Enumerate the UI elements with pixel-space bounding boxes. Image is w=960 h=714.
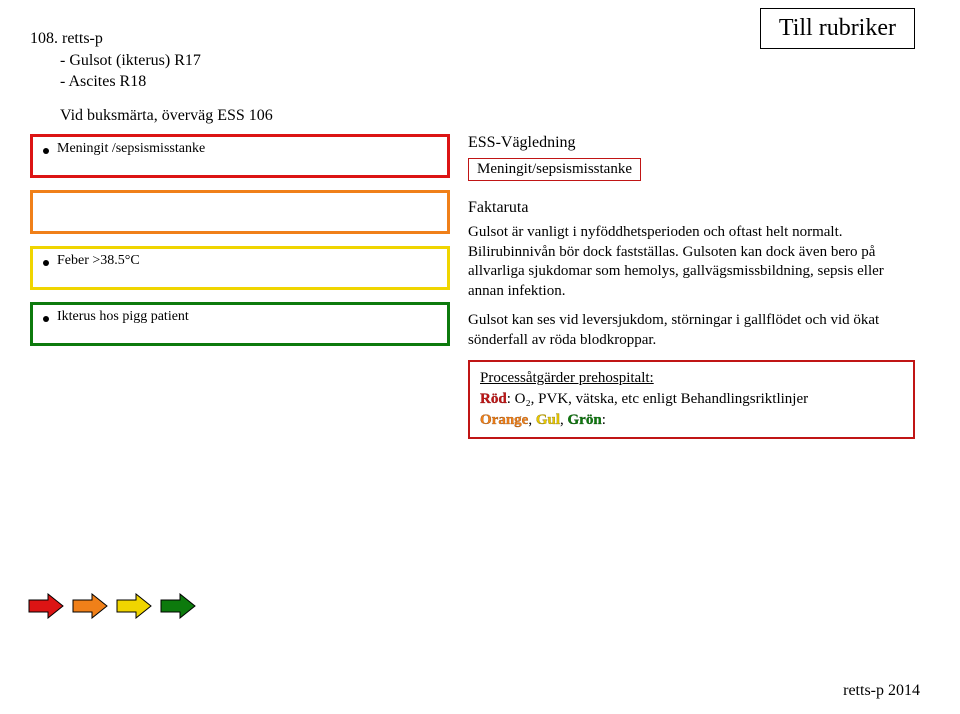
- header-line-2: - Ascites R18: [60, 71, 930, 93]
- triage-red-text: Meningit /sepsismisstanke: [57, 141, 205, 157]
- arrow-orange-icon: [72, 593, 108, 624]
- process-green-label: Grön: [568, 412, 602, 428]
- triage-box-orange: [30, 190, 450, 234]
- page: Till rubriker 108. retts-p - Gulsot (ikt…: [0, 0, 960, 714]
- header-subnote: Vid buksmärta, överväg ESS 106: [60, 105, 930, 127]
- content-row: Meningit /sepsismisstanke Feber >38.5°C …: [30, 134, 930, 439]
- process-box: Processåtgärder prehospitalt: Röd: O₂, P…: [468, 360, 915, 439]
- bullet-icon: [43, 260, 49, 266]
- arrow-green-icon: [160, 593, 196, 624]
- faktaruta-title: Faktaruta: [468, 199, 915, 217]
- process-heading: Processåtgärder prehospitalt:: [480, 368, 903, 389]
- process-sep-2: ,: [560, 412, 568, 428]
- process-yellow-label: Gul: [536, 412, 560, 428]
- arrow-red-icon: [28, 593, 64, 624]
- triage-green-text: Ikterus hos pigg patient: [57, 309, 189, 325]
- process-red-label: Röd: [480, 391, 507, 407]
- process-rest-colon: :: [602, 412, 606, 428]
- triage-box-red: Meningit /sepsismisstanke: [30, 134, 450, 178]
- process-red-text: : O₂, PVK, vätska, etc enligt Behandling…: [507, 391, 808, 407]
- ess-heading: ESS-Vägledning: [468, 134, 915, 152]
- process-line-rest: Orange, Gul, Grön:: [480, 410, 903, 431]
- triage-column: Meningit /sepsismisstanke Feber >38.5°C …: [30, 134, 450, 439]
- triage-box-yellow: Feber >38.5°C: [30, 246, 450, 290]
- triage-box-green: Ikterus hos pigg patient: [30, 302, 450, 346]
- faktaruta-p2: Gulsot kan ses vid leversjukdom, störnin…: [468, 311, 915, 350]
- info-column: ESS-Vägledning Meningit/sepsismisstanke …: [468, 134, 930, 439]
- flow-arrows: [28, 593, 196, 624]
- arrow-yellow-icon: [116, 593, 152, 624]
- process-orange-label: Orange: [480, 412, 528, 428]
- ess-link[interactable]: Meningit/sepsismisstanke: [468, 158, 641, 181]
- bullet-icon: [43, 148, 49, 154]
- triage-yellow-text: Feber >38.5°C: [57, 253, 140, 269]
- faktaruta-p1: Gulsot är vanligt i nyföddhetsperioden o…: [468, 223, 915, 301]
- till-rubriker-link[interactable]: Till rubriker: [760, 8, 915, 49]
- process-sep-1: ,: [528, 412, 536, 428]
- bullet-icon: [43, 316, 49, 322]
- process-line-red: Röd: O₂, PVK, vätska, etc enligt Behandl…: [480, 389, 903, 410]
- footer-text: retts-p 2014: [843, 682, 920, 700]
- header-line-1: - Gulsot (ikterus) R17: [60, 50, 930, 72]
